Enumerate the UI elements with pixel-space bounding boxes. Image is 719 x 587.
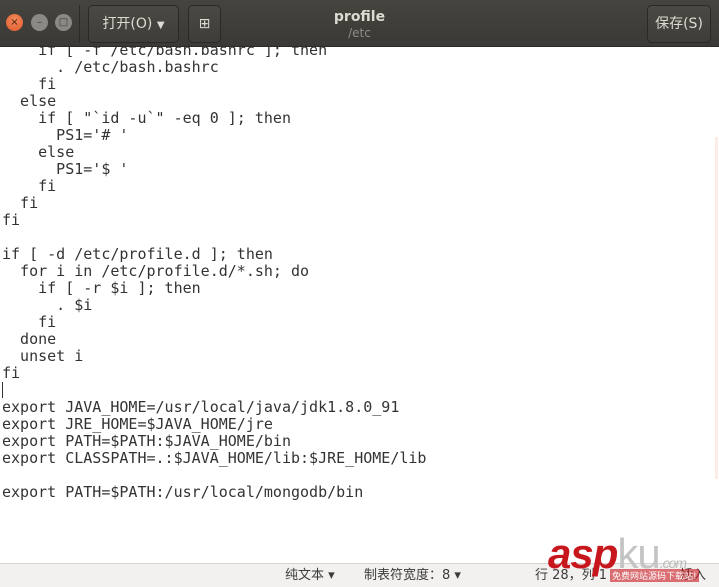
text-cursor [2,382,3,398]
code-line[interactable]: fi [2,76,426,93]
watermark-slogan: 免费网站源码下载站! [610,569,699,582]
save-button[interactable]: 保存(S) [647,5,711,43]
code-line[interactable]: export CLASSPATH=.:$JAVA_HOME/lib:$JRE_H… [2,450,426,467]
code-line[interactable]: fi [2,365,426,382]
code-line[interactable]: export PATH=$PATH:/usr/local/mongodb/bin [2,484,426,501]
code-line[interactable]: done [2,331,426,348]
code-line[interactable]: export JAVA_HOME=/usr/local/java/jdk1.8.… [2,399,426,416]
window-title: profile [333,9,386,25]
code-line[interactable]: export JRE_HOME=$JAVA_HOME/jre [2,416,426,433]
tab-width-selector[interactable]: 制表符宽度：8 ▾ [364,564,461,587]
code-line[interactable]: export PATH=$PATH:$JAVA_HOME/bin [2,433,426,450]
code-line[interactable] [2,467,426,484]
code-line[interactable]: fi [2,195,426,212]
code-line[interactable]: fi [2,314,426,331]
code-line[interactable]: . $i [2,297,426,314]
code-line[interactable]: else [2,93,426,110]
code-line[interactable]: for i in /etc/profile.d/*.sh; do [2,263,426,280]
code-line[interactable] [2,229,426,246]
window-subtitle: /etc [348,26,371,40]
code-line[interactable]: . /etc/bash.bashrc [2,59,426,76]
code-line[interactable]: unset i [2,348,426,365]
code-line[interactable]: else [2,144,426,161]
code-line[interactable]: if [ -r $i ]; then [2,280,426,297]
language-selector[interactable]: 纯文本 ▾ [285,564,335,587]
code-line[interactable]: fi [2,178,426,195]
code-text[interactable]: if [ -f /etc/bash.bashrc ]; then . /etc/… [2,47,426,501]
scrollbar[interactable] [715,137,718,479]
code-line[interactable] [2,382,426,399]
header-bar: × – □ 打开(O) ▼ ⊞ profile /etc 保存(S) [0,0,719,47]
watermark-brand: asp [548,530,618,577]
text-editor[interactable]: if [ -f /etc/bash.bashrc ]; then . /etc/… [0,47,719,563]
code-line[interactable]: if [ -d /etc/profile.d ]; then [2,246,426,263]
code-line[interactable]: PS1='# ' [2,127,426,144]
code-line[interactable]: if [ "`id -u`" -eq 0 ]; then [2,110,426,127]
code-line[interactable]: fi [2,212,426,229]
code-line[interactable]: PS1='$ ' [2,161,426,178]
